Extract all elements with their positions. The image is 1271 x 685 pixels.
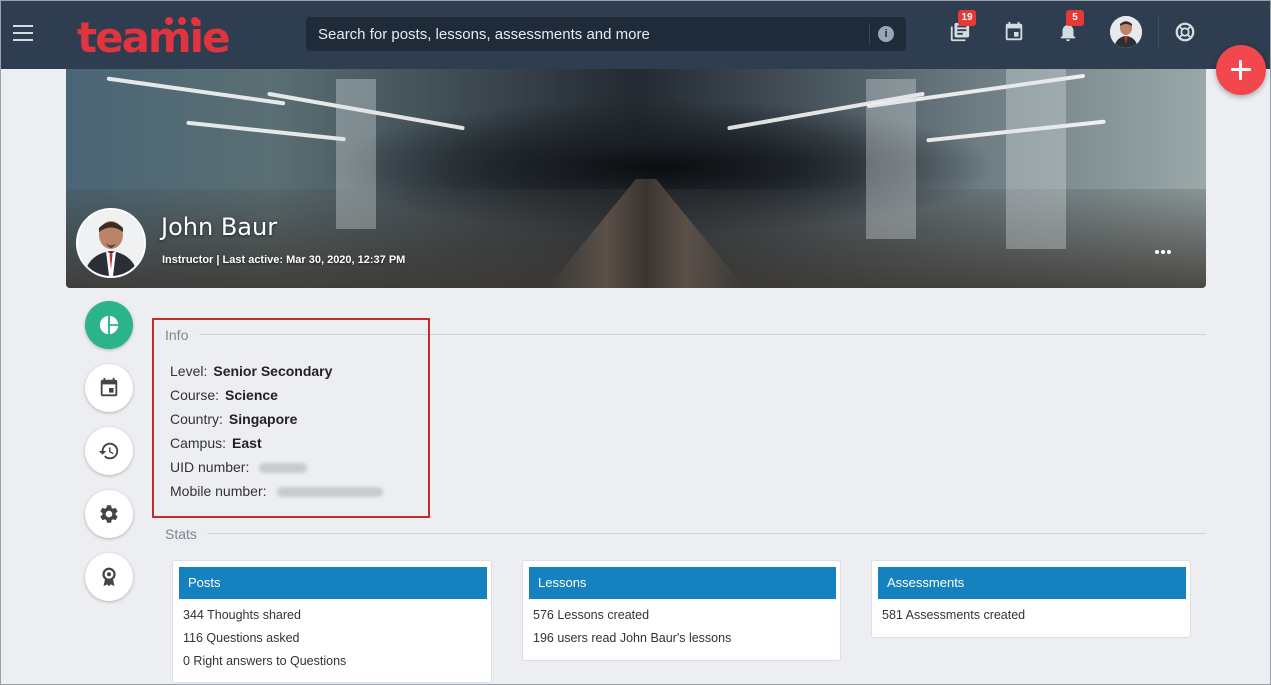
posts-icon[interactable]: 19 bbox=[949, 10, 976, 45]
search-bar: i bbox=[306, 17, 906, 51]
side-nav-history[interactable] bbox=[85, 427, 133, 475]
history-icon bbox=[98, 442, 119, 460]
profile-avatar bbox=[76, 208, 146, 278]
posts-stat-line: 116 Questions asked bbox=[183, 631, 300, 645]
posts-card-title: Posts bbox=[179, 567, 487, 599]
award-ribbon-icon bbox=[102, 567, 116, 587]
side-nav-settings[interactable] bbox=[85, 490, 133, 538]
notifications-badge: 5 bbox=[1066, 10, 1084, 26]
help-lifebuoy-icon[interactable] bbox=[1174, 21, 1198, 45]
profile-name: John Baur bbox=[161, 213, 278, 241]
stats-heading: Stats bbox=[165, 526, 197, 542]
notifications-bell-icon[interactable]: 5 bbox=[1057, 10, 1084, 45]
add-button[interactable] bbox=[1216, 45, 1266, 95]
menu-icon[interactable] bbox=[13, 25, 33, 41]
calendar-icon bbox=[100, 377, 118, 397]
redacted-mobile-value bbox=[276, 487, 383, 498]
lessons-stat-line: 196 users read John Baur's lessons bbox=[533, 631, 732, 645]
info-row-uid: UID number: bbox=[170, 459, 308, 475]
posts-badge: 19 bbox=[958, 10, 976, 26]
teamie-logo[interactable]: teamie bbox=[77, 9, 247, 61]
gear-icon bbox=[100, 505, 118, 523]
info-row-campus: Campus: East bbox=[170, 435, 262, 451]
assessments-card-title: Assessments bbox=[878, 567, 1186, 599]
redacted-uid-value bbox=[259, 463, 308, 474]
user-avatar[interactable] bbox=[1110, 16, 1142, 48]
profile-cover-image: John Baur Instructor | Last active: Mar … bbox=[66, 69, 1206, 288]
search-input[interactable] bbox=[318, 17, 858, 51]
calendar-icon[interactable] bbox=[1003, 21, 1027, 45]
assessments-stats-card: Assessments 581 Assessments created bbox=[871, 560, 1191, 638]
posts-stat-line: 0 Right answers to Questions bbox=[183, 654, 347, 668]
info-row-country: Country: Singapore bbox=[170, 411, 298, 427]
posts-stats-card: Posts 344 Thoughts shared 116 Questions … bbox=[172, 560, 492, 683]
lessons-stats-card: Lessons 576 Lessons created 196 users re… bbox=[522, 560, 841, 661]
side-nav-badges[interactable] bbox=[85, 553, 133, 601]
info-row-course: Course: Science bbox=[170, 387, 278, 403]
lessons-stat-line: 576 Lessons created bbox=[533, 608, 650, 622]
side-nav-calendar[interactable] bbox=[85, 364, 133, 412]
profile-meta: Instructor | Last active: Mar 30, 2020, … bbox=[162, 254, 406, 266]
info-row-level: Level: Senior Secondary bbox=[170, 363, 333, 379]
side-nav-overview[interactable] bbox=[85, 301, 133, 349]
info-row-mobile: Mobile number: bbox=[170, 483, 383, 499]
more-options-icon[interactable] bbox=[1155, 241, 1175, 254]
info-icon[interactable]: i bbox=[878, 26, 894, 42]
lessons-card-title: Lessons bbox=[529, 567, 836, 599]
assessments-stat-line: 581 Assessments created bbox=[882, 608, 1026, 622]
posts-stat-line: 344 Thoughts shared bbox=[183, 608, 301, 622]
top-bar: teamie i 19 5 bbox=[1, 1, 1270, 69]
pie-chart-icon bbox=[99, 315, 119, 335]
